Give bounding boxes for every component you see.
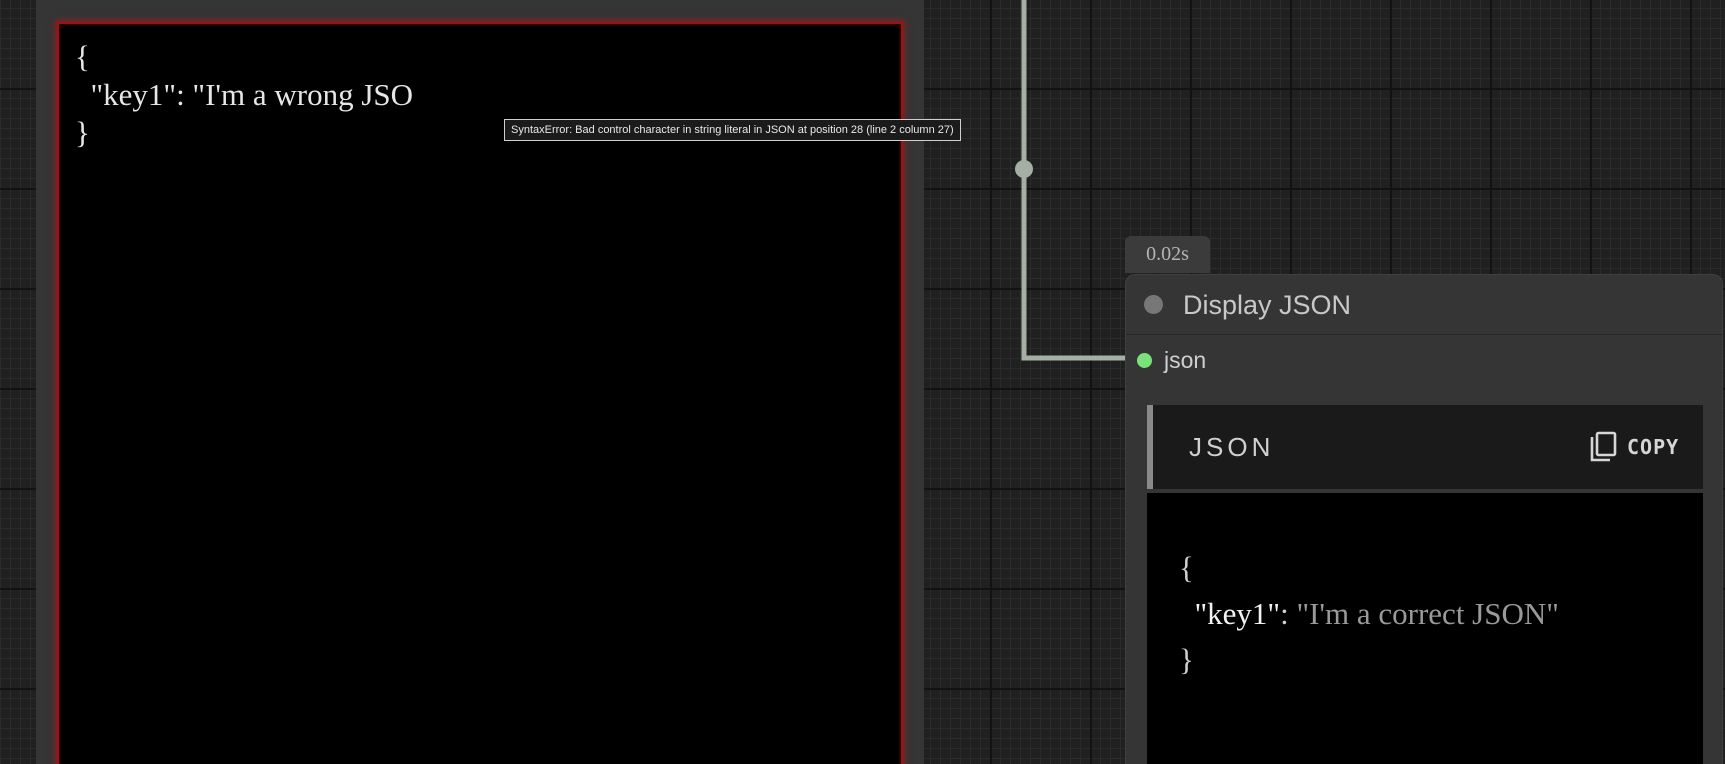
json-output-view: { "key1": "I'm a correct JSON" } <box>1147 493 1703 764</box>
json-colon: : <box>1280 596 1297 631</box>
error-tooltip: SyntaxError: Bad control character in st… <box>504 119 961 141</box>
node-header[interactable]: Display JSON <box>1126 275 1722 335</box>
input-connector-dot[interactable] <box>1137 353 1152 368</box>
json-output-code: { "key1": "I'm a correct JSON" } <box>1179 545 1559 683</box>
display-json-node[interactable]: Display JSON json JSON COPY { "key1": "I… <box>1125 274 1723 764</box>
link-reroute-point[interactable] <box>1015 160 1033 178</box>
node-title: Display JSON <box>1183 290 1352 320</box>
node-status-dot[interactable] <box>1144 295 1163 314</box>
input-slot-json[interactable]: json <box>1126 335 1426 385</box>
json-toolbar-label: JSON <box>1189 432 1275 462</box>
json-value: "I'm a correct JSON" <box>1296 596 1559 631</box>
json-close-brace: } <box>1179 642 1194 677</box>
editor-text[interactable]: { "key1": "I'm a wrong JSO } <box>75 38 413 152</box>
json-open-brace: { <box>1179 550 1194 585</box>
link-wire-path <box>1021 0 1132 361</box>
node-canvas[interactable]: { "key1": "I'm a wrong JSO } SyntaxError… <box>0 0 1725 764</box>
json-key: "key1" <box>1194 596 1281 631</box>
json-toolbar: JSON COPY <box>1147 405 1703 489</box>
copy-button[interactable]: COPY <box>1575 421 1685 473</box>
execution-time-badge: 0.02s <box>1125 236 1210 273</box>
copy-icon <box>1590 431 1617 462</box>
input-slot-label: json <box>1164 347 1207 373</box>
copy-button-label: COPY <box>1627 435 1680 459</box>
